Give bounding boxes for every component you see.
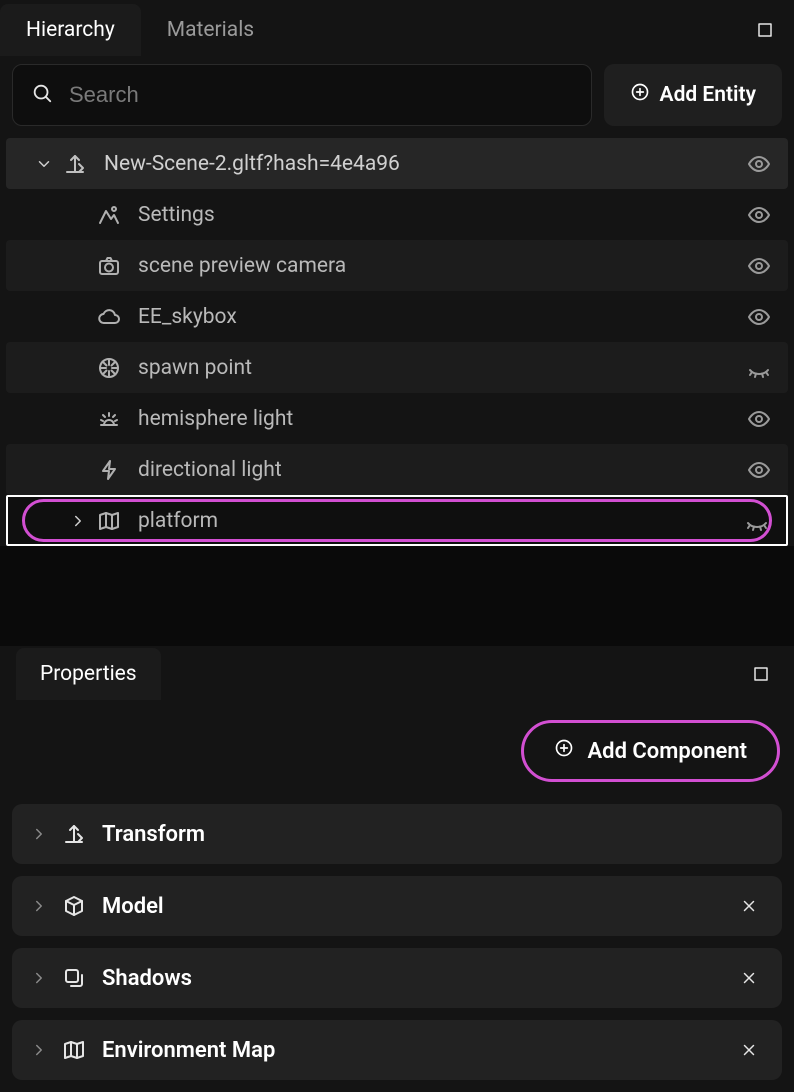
tab-hierarchy[interactable]: Hierarchy <box>0 4 141 56</box>
remove-component-button[interactable] <box>734 897 764 915</box>
expand-panel-icon[interactable] <box>752 665 770 683</box>
shadows-icon <box>56 966 92 990</box>
chevron-right-icon[interactable] <box>22 969 56 987</box>
hierarchy-panel: Hierarchy Materials Add Entity <box>0 0 794 546</box>
properties-panel: Properties Add Component Transform Model <box>0 646 794 1092</box>
tree-item-spawn-point[interactable]: spawn point <box>6 342 788 393</box>
visibility-toggle[interactable] <box>742 305 776 329</box>
tree-item-label: platform <box>138 509 740 533</box>
tree-item-settings[interactable]: Settings <box>6 189 788 240</box>
component-label: Environment Map <box>102 1038 734 1063</box>
add-entity-label: Add Entity <box>660 83 756 107</box>
scene-tree: New-Scene-2.gltf?hash=4e4a96 Settings sc… <box>0 136 794 546</box>
properties-header: Properties <box>0 646 794 702</box>
component-list: Transform Model Shadows Environment Map <box>0 804 794 1092</box>
tree-item-scene-preview-camera[interactable]: scene preview camera <box>6 240 788 291</box>
component-transform[interactable]: Transform <box>12 804 782 864</box>
chevron-right-icon[interactable] <box>22 825 56 843</box>
axes-icon <box>56 822 92 846</box>
chevron-down-icon[interactable] <box>30 155 58 173</box>
tree-item-label: EE_skybox <box>138 305 742 329</box>
tab-properties[interactable]: Properties <box>16 648 161 700</box>
plus-circle-icon <box>554 738 574 764</box>
cube-icon <box>56 894 92 918</box>
map-icon <box>56 1038 92 1062</box>
add-component-button[interactable]: Add Component <box>521 720 781 782</box>
component-model[interactable]: Model <box>12 876 782 936</box>
tabs-row: Hierarchy Materials <box>0 4 794 56</box>
visibility-toggle[interactable] <box>740 509 774 533</box>
tab-materials[interactable]: Materials <box>141 4 280 56</box>
tree-item-platform[interactable]: platform <box>6 495 788 546</box>
tree-item-label: Settings <box>138 203 742 227</box>
axes-icon <box>58 152 92 176</box>
chevron-right-icon[interactable] <box>64 512 92 530</box>
remove-component-button[interactable] <box>734 969 764 987</box>
camera-icon <box>92 254 126 278</box>
visibility-toggle[interactable] <box>742 458 776 482</box>
add-component-row: Add Component <box>0 702 794 804</box>
component-label: Model <box>102 894 734 919</box>
plus-circle-icon <box>630 82 650 108</box>
add-component-label: Add Component <box>588 739 748 764</box>
search-row: Add Entity <box>0 56 794 136</box>
sunrise-icon <box>92 407 126 431</box>
tree-item-ee-skybox[interactable]: EE_skybox <box>6 291 788 342</box>
visibility-toggle[interactable] <box>742 152 776 176</box>
tree-item-label: directional light <box>138 458 742 482</box>
component-label: Transform <box>102 822 764 847</box>
tree-item-hemisphere-light[interactable]: hemisphere light <box>6 393 788 444</box>
tree-item-label: spawn point <box>138 356 742 380</box>
visibility-toggle[interactable] <box>742 407 776 431</box>
search-input[interactable] <box>69 82 573 108</box>
tree-item-label: scene preview camera <box>138 254 742 278</box>
component-label: Shadows <box>102 966 734 991</box>
tree-root-label: New-Scene-2.gltf?hash=4e4a96 <box>104 152 742 176</box>
search-icon <box>31 82 53 108</box>
chevron-right-icon[interactable] <box>22 897 56 915</box>
component-environment-map[interactable]: Environment Map <box>12 1020 782 1080</box>
mountain-icon <box>92 203 126 227</box>
visibility-toggle[interactable] <box>742 254 776 278</box>
component-shadows[interactable]: Shadows <box>12 948 782 1008</box>
tree-item-directional-light[interactable]: directional light <box>6 444 788 495</box>
cloud-icon <box>92 305 126 329</box>
search-box[interactable] <box>12 64 592 126</box>
visibility-toggle[interactable] <box>742 203 776 227</box>
bolt-icon <box>92 458 126 482</box>
map-icon <box>92 509 126 533</box>
visibility-toggle[interactable] <box>742 356 776 380</box>
remove-component-button[interactable] <box>734 1041 764 1059</box>
tree-item-label: hemisphere light <box>138 407 742 431</box>
tree-root[interactable]: New-Scene-2.gltf?hash=4e4a96 <box>6 138 788 189</box>
add-entity-button[interactable]: Add Entity <box>604 64 782 126</box>
chevron-right-icon[interactable] <box>22 1041 56 1059</box>
aperture-icon <box>92 356 126 380</box>
expand-panel-icon[interactable] <box>756 21 774 39</box>
